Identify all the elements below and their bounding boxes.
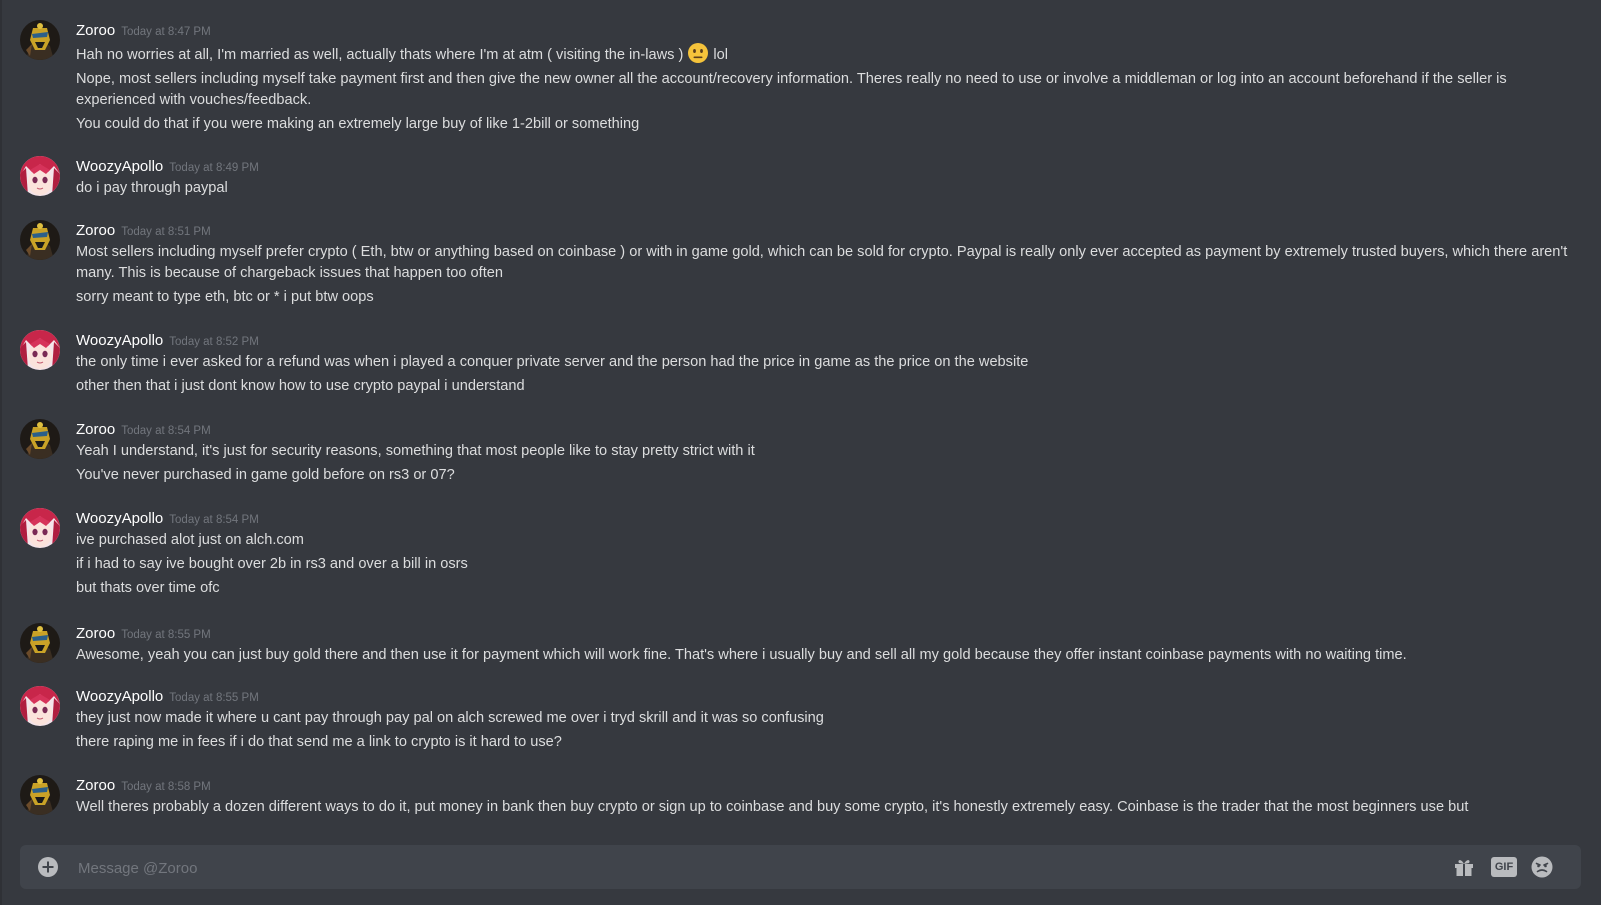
avatar[interactable] <box>20 775 60 815</box>
timestamp: Today at 8:58 PM <box>121 781 211 793</box>
message-text: Yeah I understand, it's just for securit… <box>76 443 755 459</box>
message-text-part: Hah no worries at all, I'm married as we… <box>76 47 684 63</box>
username[interactable]: Zoroo <box>76 777 115 794</box>
timestamp: Today at 8:54 PM <box>169 514 259 526</box>
username[interactable]: Zoroo <box>76 625 115 642</box>
message-text: Most sellers including myself prefer cry… <box>76 244 1568 281</box>
message-group: Zoroo Today at 8:47 PM Hah no worries at … <box>20 20 1581 135</box>
message-text: Hah no worries at all, I'm married as we… <box>76 42 1581 66</box>
timestamp: Today at 8:52 PM <box>169 336 259 348</box>
message-group: WoozyApollo Today at 8:54 PM ive purchase… <box>20 508 1581 599</box>
username[interactable]: WoozyApollo <box>76 158 163 175</box>
message-group: Zoroo Today at 8:51 PM Most sellers inclu… <box>20 220 1581 308</box>
message-group: Zoroo Today at 8:54 PM Yeah I understand,… <box>20 419 1581 486</box>
avatar[interactable] <box>20 156 60 196</box>
username[interactable]: WoozyApollo <box>76 332 163 349</box>
avatar[interactable] <box>20 419 60 459</box>
message-list[interactable]: Zoroo Today at 8:47 PM Hah no worries at … <box>0 0 1601 845</box>
gift-icon[interactable] <box>1452 855 1476 879</box>
avatar[interactable] <box>20 623 60 663</box>
avatar[interactable] <box>20 220 60 260</box>
message-text: Nope, most sellers including myself take… <box>76 71 1507 108</box>
plus-circle-icon[interactable] <box>37 856 59 878</box>
timestamp: Today at 8:51 PM <box>121 226 211 238</box>
timestamp: Today at 8:54 PM <box>121 425 211 437</box>
timestamp: Today at 8:49 PM <box>169 162 259 174</box>
username[interactable]: Zoroo <box>76 421 115 438</box>
avatar[interactable] <box>20 508 60 548</box>
message-text: they just now made it where u cant pay t… <box>76 710 824 726</box>
message-text: You've never purchased in game gold befo… <box>76 467 455 483</box>
message-text: other then that i just dont know how to … <box>76 378 525 394</box>
message-group: WoozyApollo Today at 8:55 PM they just no… <box>20 686 1581 753</box>
message-group: Zoroo Today at 8:58 PM Well theres probab… <box>20 775 1581 818</box>
gif-icon[interactable]: GIF <box>1491 857 1517 877</box>
username[interactable]: Zoroo <box>76 222 115 239</box>
message-text: Well theres probably a dozen different w… <box>76 799 1469 815</box>
username[interactable]: WoozyApollo <box>76 510 163 527</box>
avatar[interactable] <box>20 686 60 726</box>
message-group: WoozyApollo Today at 8:52 PM the only tim… <box>20 330 1581 397</box>
message-text: the only time i ever asked for a refund … <box>76 354 1029 370</box>
message-text: there raping me in fees if i do that sen… <box>76 734 562 750</box>
message-text: sorry meant to type eth, btc or * i put … <box>76 289 374 305</box>
username[interactable]: Zoroo <box>76 22 115 39</box>
message-text: do i pay through paypal <box>76 180 228 196</box>
emoji-icon[interactable] <box>1530 855 1554 879</box>
username[interactable]: WoozyApollo <box>76 688 163 705</box>
message-text: You could do that if you were making an … <box>76 116 640 132</box>
message-text: if i had to say ive bought over 2b in rs… <box>76 556 468 572</box>
message-input[interactable] <box>76 845 1380 891</box>
message-group: Zoroo Today at 8:55 PM Awesome, yeah you … <box>20 623 1581 666</box>
timestamp: Today at 8:55 PM <box>121 629 211 641</box>
avatar[interactable] <box>20 20 60 60</box>
timestamp: Today at 8:55 PM <box>169 692 259 704</box>
message-composer: GIF <box>20 845 1581 891</box>
message-text: ive purchased alot just on alch.com <box>76 532 304 548</box>
timestamp: Today at 8:47 PM <box>121 26 211 38</box>
neutral-face-emoji <box>688 43 709 63</box>
message-text: but thats over time ofc <box>76 580 220 596</box>
avatar[interactable] <box>20 330 60 370</box>
message-text: Awesome, yeah you can just buy gold ther… <box>76 647 1407 663</box>
message-group: WoozyApollo Today at 8:49 PM do i pay thr… <box>20 156 1581 199</box>
message-text-part: lol <box>713 47 728 63</box>
